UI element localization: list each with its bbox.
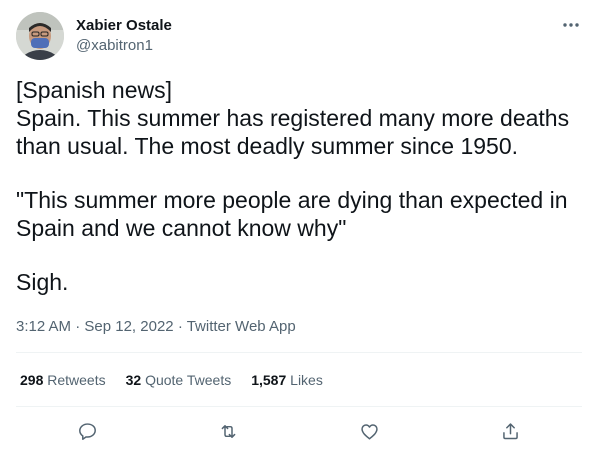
retweets-label: Retweets xyxy=(47,372,106,388)
retweets-count: 298 xyxy=(20,372,44,388)
quote-tweets-stat[interactable]: 32 Quote Tweets xyxy=(126,370,232,390)
divider-bottom xyxy=(16,406,582,407)
more-dots-icon xyxy=(563,23,579,27)
divider-top xyxy=(16,352,582,353)
likes-label: Likes xyxy=(290,372,323,388)
avatar[interactable] xyxy=(16,12,64,60)
author-display-name[interactable]: Xabier Ostale xyxy=(76,17,172,35)
share-icon xyxy=(502,422,518,439)
tweet-actions xyxy=(16,414,582,448)
quote-tweets-count: 32 xyxy=(125,372,142,388)
like-button[interactable] xyxy=(352,414,386,448)
reply-icon xyxy=(78,422,96,440)
avatar-image xyxy=(16,12,64,60)
tweet-meta: 3:12 AM · Sep 12, 2022 · Twitter Web App xyxy=(16,317,296,337)
meta-separator: · xyxy=(177,318,187,335)
tweet-stats: 298 Retweets 32 Quote Tweets 1,587 Likes xyxy=(20,370,343,390)
retweet-button[interactable] xyxy=(211,414,245,448)
like-icon xyxy=(360,423,378,440)
more-options-button[interactable] xyxy=(560,16,582,34)
retweet-icon xyxy=(221,424,235,438)
tweet-date[interactable]: Sep 12, 2022 xyxy=(84,318,173,335)
tweet-quote: "This summer more people are dying than … xyxy=(16,187,568,241)
tweet-line-summary: Spain. This summer has registered many m… xyxy=(16,105,570,159)
author-handle[interactable]: @xabitron1 xyxy=(76,36,172,56)
share-button[interactable] xyxy=(493,414,527,448)
tweet-source[interactable]: Twitter Web App xyxy=(187,318,296,335)
author-names: Xabier Ostale @xabitron1 xyxy=(76,17,172,56)
tweet-header: Xabier Ostale @xabitron1 xyxy=(16,12,582,60)
likes-count: 1,587 xyxy=(251,372,287,388)
tweet-closing: Sigh. xyxy=(16,269,69,295)
reply-button[interactable] xyxy=(70,414,104,448)
tweet-time[interactable]: 3:12 AM xyxy=(16,318,71,335)
quote-tweets-label: Quote Tweets xyxy=(145,372,232,388)
tweet-line-spanish-news: [Spanish news] xyxy=(16,77,172,103)
retweets-stat[interactable]: 298 Retweets xyxy=(20,370,106,390)
likes-stat[interactable]: 1,587 Likes xyxy=(251,370,323,390)
tweet-card: Xabier Ostale @xabitron1 [Spanish news] … xyxy=(0,0,598,454)
meta-separator: · xyxy=(75,318,85,335)
tweet-text: [Spanish news] Spain. This summer has re… xyxy=(16,76,582,296)
